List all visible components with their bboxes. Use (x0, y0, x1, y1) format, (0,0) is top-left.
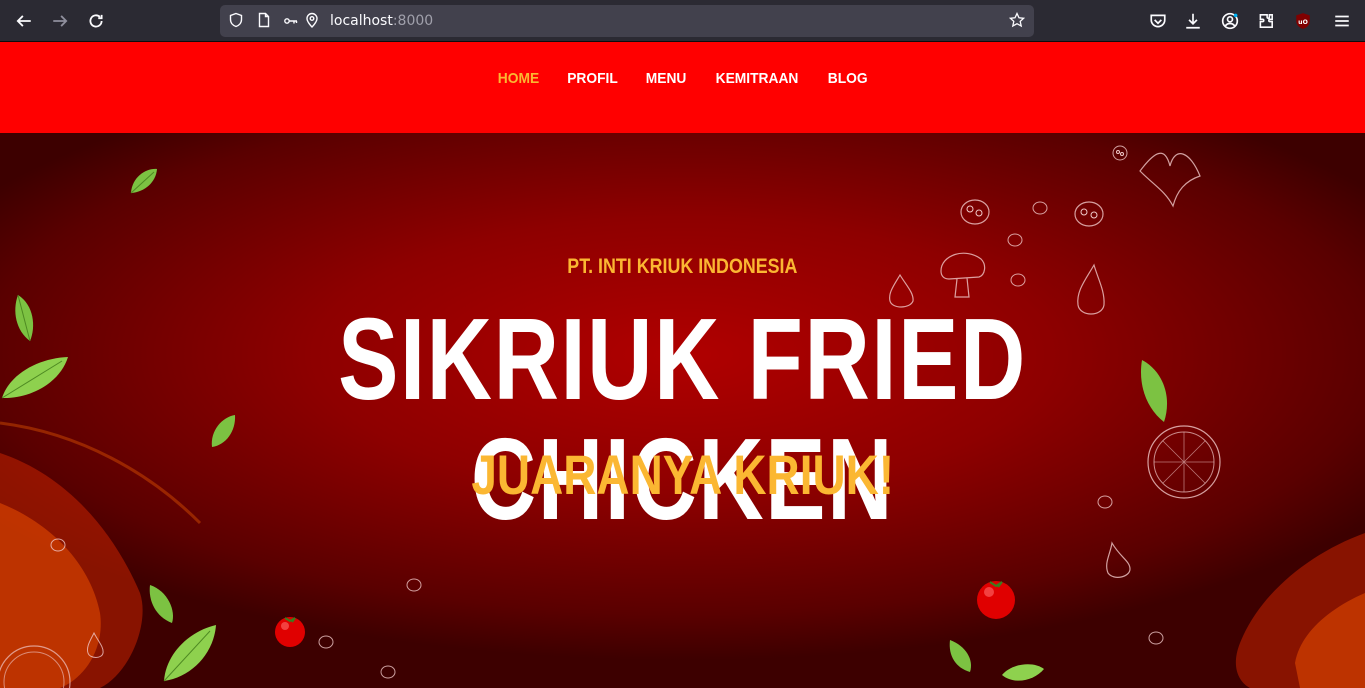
nav-menu[interactable]: MENU (646, 70, 687, 87)
pepper-slice-icon (1148, 631, 1164, 645)
menu-icon[interactable] (1331, 10, 1353, 32)
flame-decoration-right (1235, 533, 1365, 688)
company-name: PT. INTI KRIUK INDONESIA (567, 255, 798, 278)
pepper-slice-icon (1112, 145, 1128, 161)
pepper-slice-icon (1074, 201, 1104, 227)
download-icon[interactable] (1182, 10, 1204, 32)
tomato-icon (275, 617, 305, 647)
tomato-icon (977, 581, 1015, 619)
garlic-sketch-icon (87, 631, 104, 658)
pepper-slice-icon (1007, 233, 1023, 247)
basil-leaf-icon (149, 585, 174, 623)
pasta-sketch-icon (1139, 152, 1201, 208)
pizza-sketch-icon (0, 645, 71, 688)
account-icon[interactable] (1219, 10, 1241, 32)
pepper-slice-icon (380, 665, 396, 679)
ublock-icon[interactable]: uO (1292, 10, 1314, 32)
url-text[interactable]: localhost:8000 (330, 11, 433, 31)
hero-tagline: JUARANYA KRIUK! (471, 443, 894, 506)
back-icon[interactable] (12, 9, 36, 33)
pepper-slice-icon (1032, 201, 1048, 215)
address-bar[interactable]: localhost:8000 (220, 5, 1034, 37)
basil-leaf-icon (163, 625, 216, 682)
browser-toolbar: localhost:8000 uO (0, 0, 1365, 42)
location-icon[interactable] (304, 12, 322, 30)
basil-leaf-icon (1002, 664, 1044, 681)
basil-leaf-icon (949, 640, 972, 672)
extensions-icon[interactable] (1255, 10, 1277, 32)
svg-text:uO: uO (1298, 19, 1308, 26)
page-icon[interactable] (256, 12, 274, 30)
nav-blog[interactable]: BLOG (828, 70, 868, 87)
pepper-slice-icon (960, 199, 990, 225)
garlic-sketch-icon (1106, 541, 1131, 578)
pepper-slice-icon (406, 578, 422, 592)
nav-kemitraan[interactable]: KEMITRAAN (716, 70, 799, 87)
shield-icon[interactable] (228, 12, 246, 30)
pocket-icon[interactable] (1147, 10, 1169, 32)
basil-leaf-icon (130, 168, 157, 194)
pepper-slice-icon (318, 635, 334, 649)
hero-section: PT. INTI KRIUK INDONESIA SIKRIUK FRIED C… (0, 133, 1365, 688)
nav-home[interactable]: HOME (498, 70, 539, 87)
permissions-icon[interactable] (283, 12, 301, 30)
bookmark-star-icon[interactable] (1008, 11, 1027, 30)
reload-icon[interactable] (84, 9, 108, 33)
main-nav: HOME PROFIL MENU KEMITRAAN BLOG (0, 70, 1365, 87)
forward-icon[interactable] (48, 9, 72, 33)
nav-profil[interactable]: PROFIL (567, 70, 618, 87)
site-header: HOME PROFIL MENU KEMITRAAN BLOG (0, 42, 1365, 133)
